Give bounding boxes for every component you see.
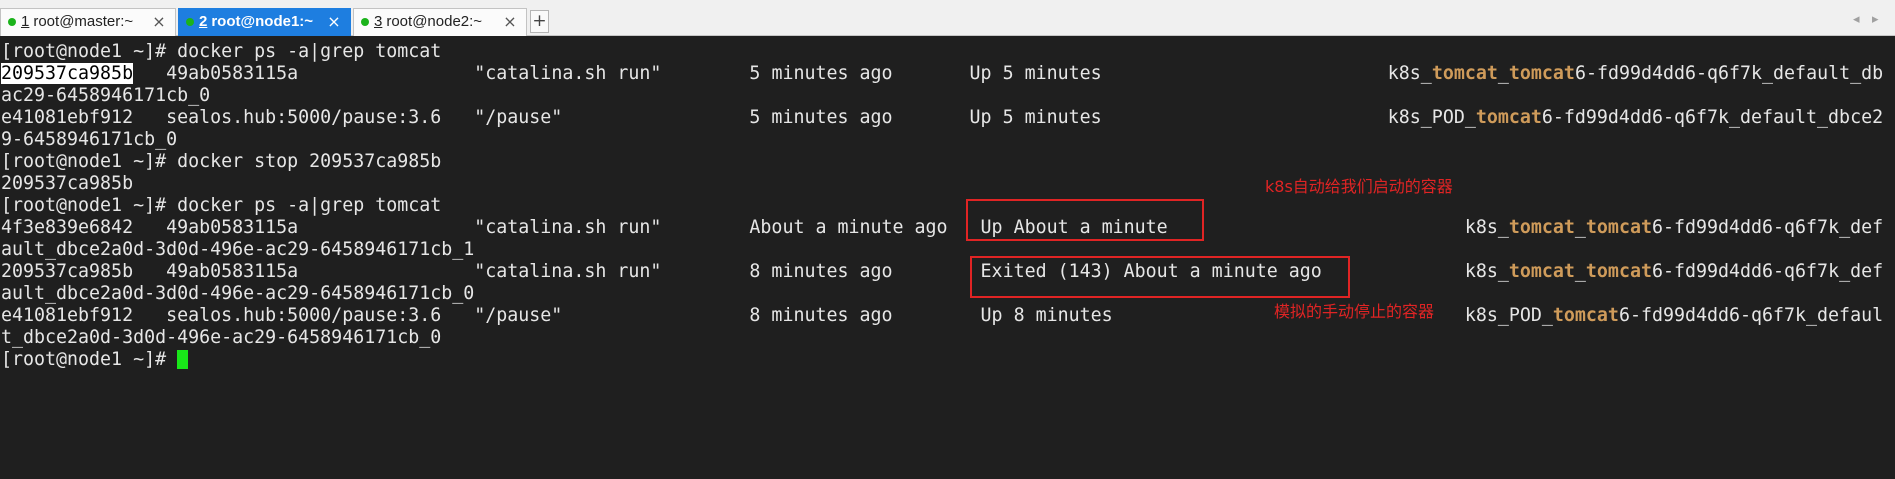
tab-label: 3 root@node2:~ bbox=[374, 9, 482, 35]
terminal-text: 9-6458946171cb_0 bbox=[1, 129, 178, 150]
grep-match-text: tomcat bbox=[1585, 217, 1652, 238]
tab-title: root@node1:~ bbox=[211, 13, 314, 30]
tab-root-master[interactable]: 1 root@master:~ bbox=[0, 8, 176, 36]
status-dot-icon bbox=[186, 18, 194, 26]
status-dot-icon bbox=[8, 18, 16, 26]
terminal-line: t_dbce2a0d-3d0d-496e-ac29-6458946171cb_0 bbox=[1, 327, 1883, 349]
terminal-line: [root@node1 ~]# docker stop 209537ca985b bbox=[1, 151, 1883, 173]
terminal-line: ac29-6458946171cb_0 bbox=[1, 85, 1883, 107]
grep-match-text: tomcat bbox=[1508, 217, 1575, 238]
terminal-text: t_dbce2a0d-3d0d-496e-ac29-6458946171cb_0 bbox=[1, 327, 442, 348]
grep-match-text: tomcat bbox=[1508, 261, 1575, 282]
annotation-box-manually-stopped bbox=[970, 256, 1350, 298]
terminal-text: [root@node1 ~]# bbox=[1, 349, 178, 370]
tab-number: 1 bbox=[21, 13, 30, 30]
terminal-line: [root@node1 ~]# bbox=[1, 349, 1883, 371]
tab-title: root@node2:~ bbox=[386, 13, 483, 30]
terminal-line: e41081ebf912 sealos.hub:5000/pause:3.6 "… bbox=[1, 305, 1883, 327]
tab-root-node1[interactable]: 2 root@node1:~ bbox=[178, 8, 351, 36]
terminal-line: e41081ebf912 sealos.hub:5000/pause:3.6 "… bbox=[1, 107, 1883, 129]
terminal-text: _ bbox=[1574, 217, 1586, 238]
tab-label: 1 root@master:~ bbox=[21, 9, 133, 35]
terminal-text: [root@node1 ~]# docker ps -a|grep tomcat bbox=[1, 195, 442, 216]
terminal-text: ault_dbce2a0d-3d0d-496e-ac29-6458946171c… bbox=[1, 283, 475, 304]
tab-label: 2 root@node1:~ bbox=[199, 9, 313, 35]
terminal-lines: [root@node1 ~]# docker ps -a|grep tomcat… bbox=[1, 41, 1883, 371]
terminal-text: [root@node1 ~]# docker ps -a|grep tomcat bbox=[1, 41, 442, 62]
terminal-line: ault_dbce2a0d-3d0d-496e-ac29-6458946171c… bbox=[1, 283, 1883, 305]
terminal-line: 209537ca985b 49ab0583115a "catalina.sh r… bbox=[1, 261, 1883, 283]
tab-root-node2[interactable]: 3 root@node2:~ bbox=[353, 8, 527, 36]
tab-title: root@master:~ bbox=[33, 13, 134, 30]
grep-match-text: tomcat bbox=[1431, 63, 1498, 84]
terminal-cursor bbox=[177, 350, 189, 369]
terminal-line: 209537ca985b 49ab0583115a "catalina.sh r… bbox=[1, 63, 1883, 85]
grep-match-text: tomcat bbox=[1508, 63, 1575, 84]
terminal-text: _ bbox=[1574, 261, 1586, 282]
terminal-line: 9-6458946171cb_0 bbox=[1, 129, 1883, 151]
annotation-label: 模拟的手动停止的容器 bbox=[1274, 302, 1435, 321]
grep-match-text: tomcat bbox=[1475, 107, 1542, 128]
chevron-left-icon[interactable] bbox=[1853, 12, 1860, 27]
terminal-line: 4f3e839e6842 49ab0583115a "catalina.sh r… bbox=[1, 217, 1883, 239]
terminal-text: 6-fd99d4dd6-q6f7k_defaul bbox=[1618, 305, 1884, 326]
terminal-text: 6-fd99d4dd6-q6f7k_default_db bbox=[1574, 63, 1884, 84]
terminal-text: 6-fd99d4dd6-q6f7k_default_dbce2 bbox=[1541, 107, 1884, 128]
terminal-text: ac29-6458946171cb_0 bbox=[1, 85, 211, 106]
terminal-line: 209537ca985b bbox=[1, 173, 1883, 195]
terminal-text: 6-fd99d4dd6-q6f7k_def bbox=[1651, 261, 1884, 282]
terminal-text: _ bbox=[1497, 63, 1509, 84]
new-tab-button[interactable] bbox=[530, 10, 549, 33]
terminal-line: [root@node1 ~]# docker ps -a|grep tomcat bbox=[1, 41, 1883, 63]
selected-text: 209537ca985b bbox=[1, 63, 134, 84]
terminal-text: e41081ebf912 sealos.hub:5000/pause:3.6 "… bbox=[1, 107, 1476, 128]
terminal-text: 209537ca985b bbox=[1, 173, 134, 194]
terminal-text: 4f3e839e6842 49ab0583115a "catalina.sh r… bbox=[1, 217, 1509, 238]
terminal-line: [root@node1 ~]# docker ps -a|grep tomcat bbox=[1, 195, 1883, 217]
annotation-box-auto-restarted bbox=[966, 199, 1204, 241]
annotation-label: k8s自动给我们启动的容器 bbox=[1265, 177, 1453, 196]
terminal-line: ault_dbce2a0d-3d0d-496e-ac29-6458946171c… bbox=[1, 239, 1883, 261]
tab-number: 3 bbox=[374, 13, 383, 30]
terminal-text: 49ab0583115a "catalina.sh run" 5 minutes… bbox=[133, 63, 1432, 84]
terminal-output[interactable]: [root@node1 ~]# docker ps -a|grep tomcat… bbox=[0, 36, 1895, 479]
chevron-right-icon[interactable] bbox=[1872, 12, 1879, 27]
grep-match-text: tomcat bbox=[1585, 261, 1652, 282]
terminal-text: [root@node1 ~]# docker stop 209537ca985b bbox=[1, 151, 442, 172]
close-icon[interactable] bbox=[152, 9, 166, 35]
tab-number: 2 bbox=[199, 13, 208, 30]
status-dot-icon bbox=[361, 18, 369, 26]
terminal-text: 6-fd99d4dd6-q6f7k_def bbox=[1651, 217, 1884, 238]
session-tab-bar: 1root@master:~ 2root@node1:~ 3root@node2… bbox=[0, 0, 1895, 36]
close-icon[interactable] bbox=[327, 9, 341, 35]
grep-match-text: tomcat bbox=[1552, 305, 1619, 326]
terminal-text: ault_dbce2a0d-3d0d-496e-ac29-6458946171c… bbox=[1, 239, 475, 260]
close-icon[interactable] bbox=[503, 9, 517, 35]
